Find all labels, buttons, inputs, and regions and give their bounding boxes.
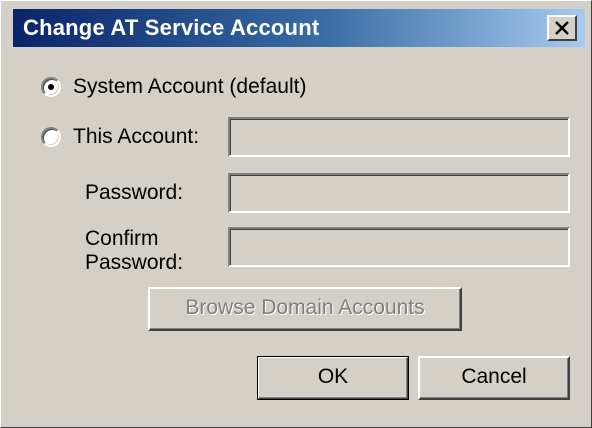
this-account-option[interactable]: This Account: xyxy=(41,125,199,149)
this-account-label: This Account: xyxy=(73,125,200,148)
confirm-password-label: Confirm Password: xyxy=(85,227,183,275)
password-input[interactable] xyxy=(228,173,570,213)
close-icon xyxy=(555,21,569,35)
title-bar[interactable]: Change AT Service Account xyxy=(13,9,585,47)
ok-button[interactable]: OK xyxy=(257,356,409,400)
password-label: Password: xyxy=(85,181,184,204)
this-account-radio[interactable] xyxy=(41,127,61,147)
confirm-label-line1: Confirm xyxy=(85,227,159,250)
close-button[interactable] xyxy=(547,15,577,41)
cancel-button[interactable]: Cancel xyxy=(418,356,570,400)
this-account-input[interactable] xyxy=(228,117,570,157)
dialog-title: Change AT Service Account xyxy=(23,15,320,40)
system-account-radio[interactable] xyxy=(41,77,61,97)
confirm-password-input[interactable] xyxy=(228,227,570,267)
system-account-label: System Account (default) xyxy=(73,75,307,98)
system-account-option[interactable]: System Account (default) xyxy=(41,75,306,99)
confirm-label-line2: Password: xyxy=(85,251,184,274)
change-service-account-dialog: Change AT Service Account System Account… xyxy=(0,0,592,428)
browse-domain-accounts-button[interactable]: Browse Domain Accounts xyxy=(148,287,462,331)
